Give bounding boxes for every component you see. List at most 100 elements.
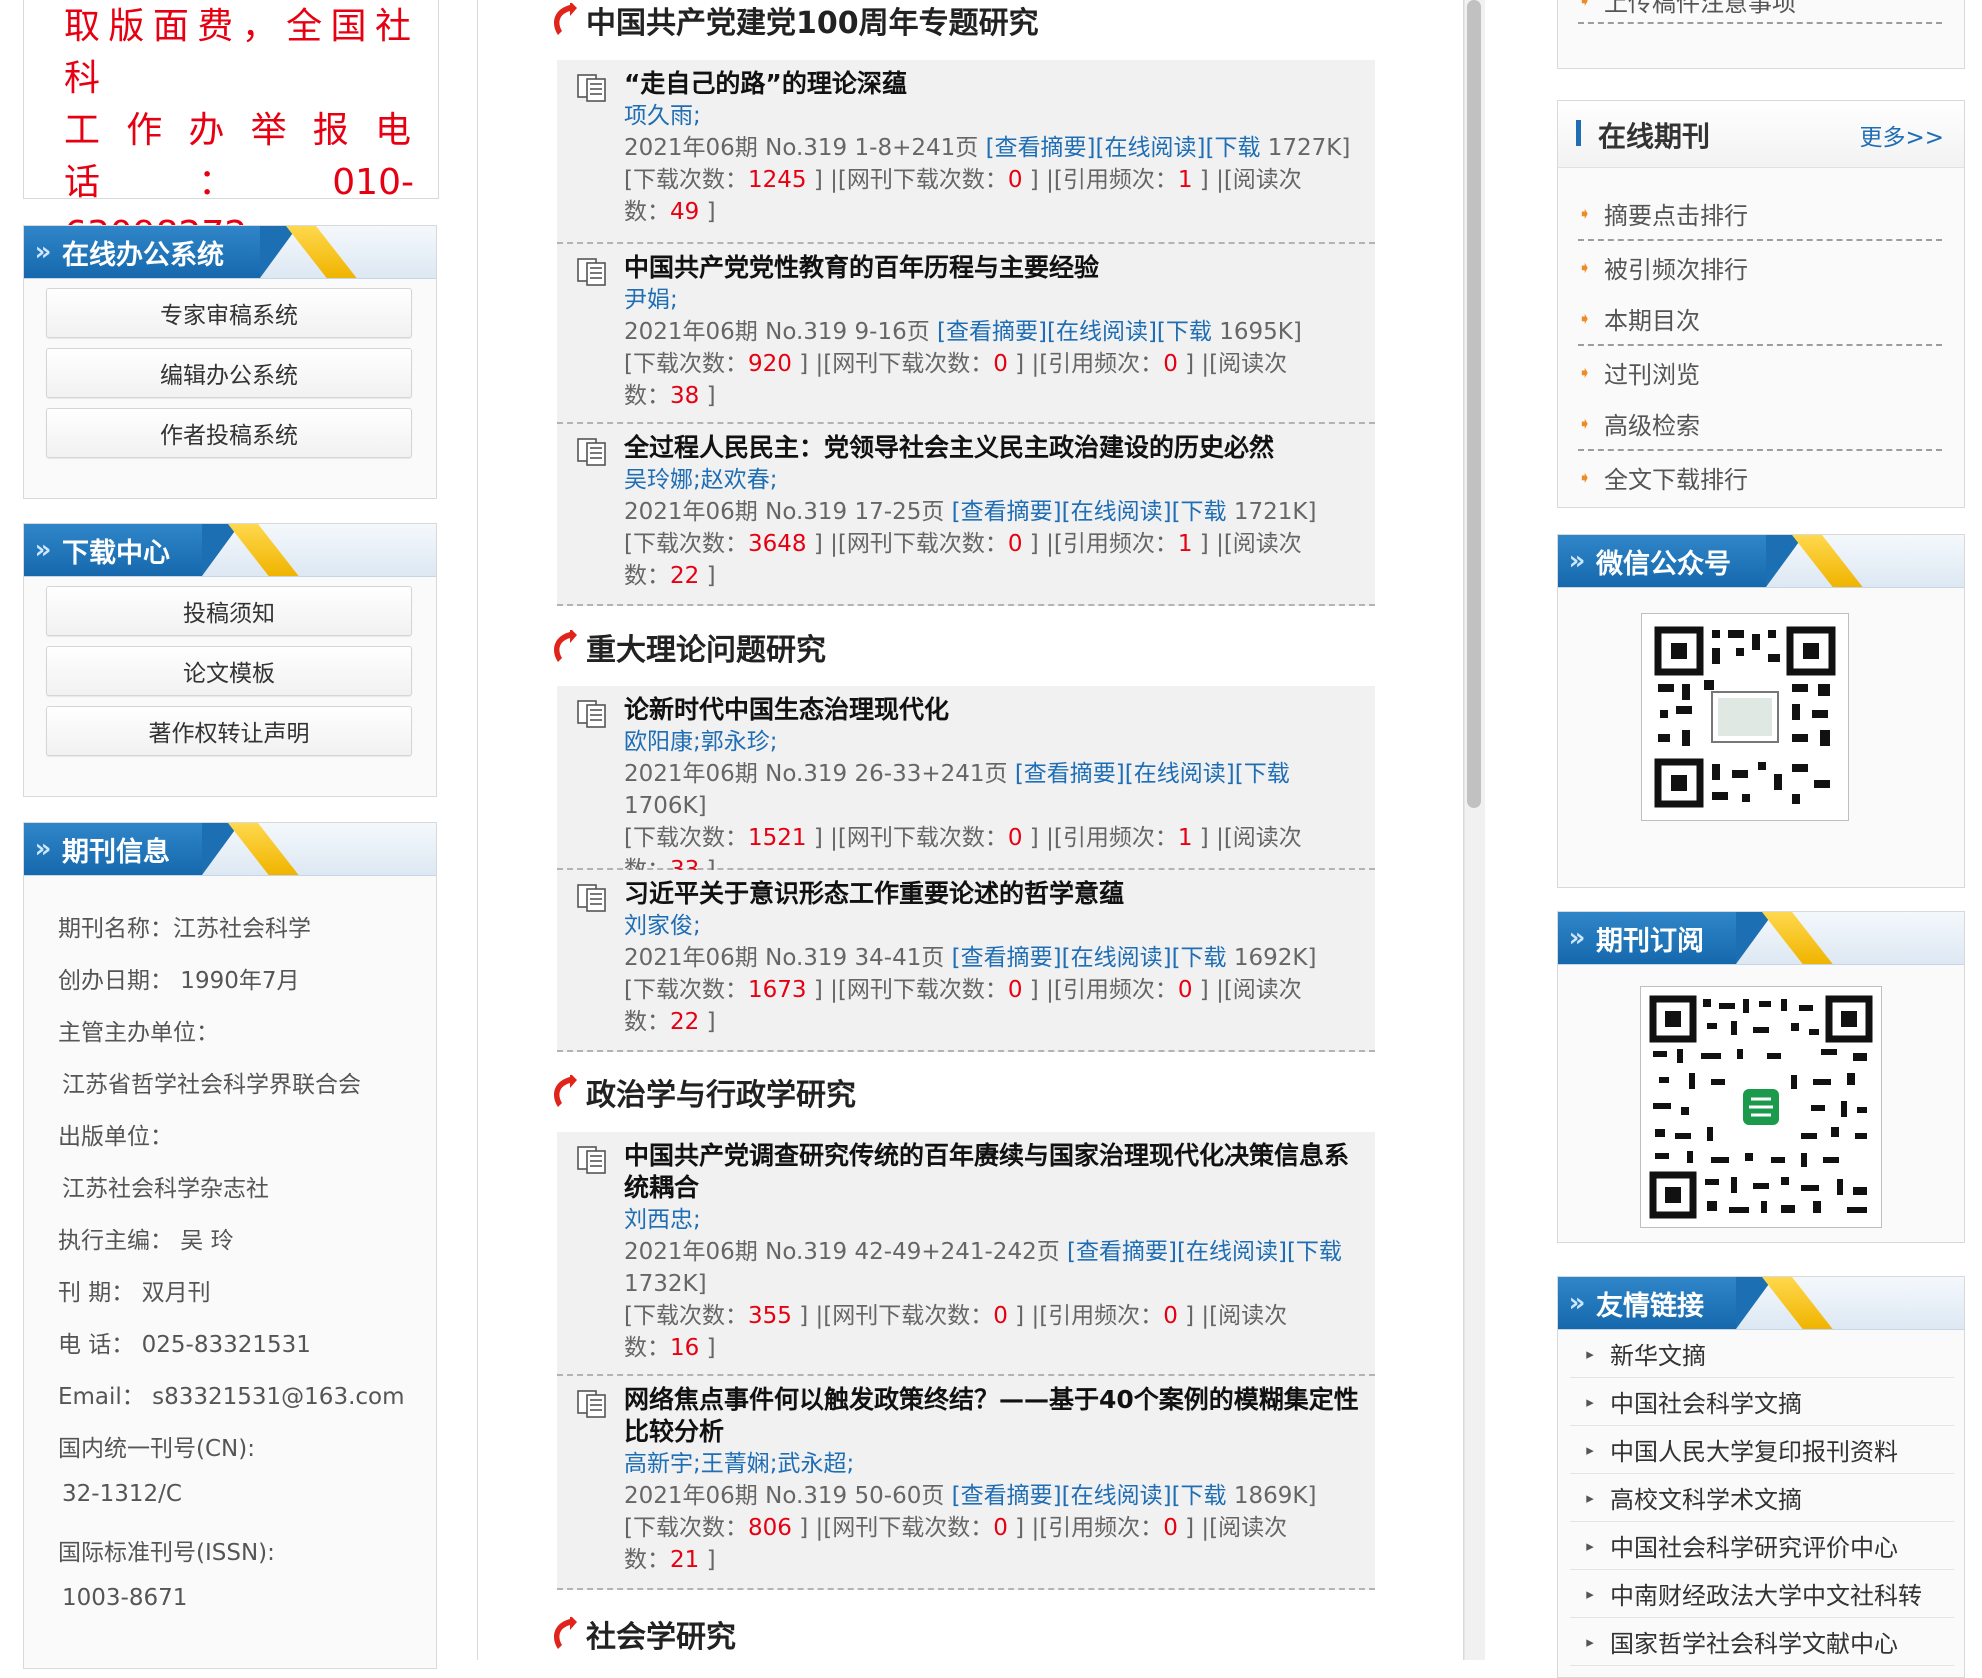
- read-count: 38: [670, 383, 700, 409]
- notice-line: 工 作 办 举 报 电: [64, 110, 414, 151]
- article-title[interactable]: 论新时代中国生态治理现代化: [624, 694, 1361, 726]
- triangle-bullet-icon: ▸: [1586, 1584, 1594, 1603]
- journal-link-label: 全文下载排行: [1604, 465, 1748, 494]
- info-issn: 1003-8671: [62, 1585, 188, 1611]
- read-online-link[interactable]: [在线阅读]: [1177, 1239, 1287, 1265]
- download-link[interactable]: [下载: [1172, 1483, 1234, 1509]
- panel-tab: » 期刊订阅: [1558, 912, 1774, 964]
- article-authors[interactable]: 刘家俊;: [624, 910, 1361, 942]
- orange-arrow-icon: ➧: [1578, 362, 1592, 382]
- friendly-link-item[interactable]: ▸ 中国社会科学研究评价中心: [1570, 1522, 1954, 1570]
- download-count: 1245: [747, 167, 807, 193]
- stat-label: [下载次数：: [624, 1303, 748, 1329]
- article-issue: 2021年06期 No.319 34-41页: [624, 945, 952, 971]
- view-abstract-link[interactable]: [查看摘要]: [952, 499, 1062, 525]
- friendly-link-item[interactable]: ▸ 中南财经政法大学中文社科转: [1570, 1570, 1954, 1618]
- copyright-transfer-button[interactable]: 著作权转让声明: [46, 706, 412, 756]
- download-count: 1521: [747, 825, 807, 851]
- article-title[interactable]: “走自己的路”的理论深蕴: [624, 68, 1361, 100]
- subscribe-panel: » 期刊订阅: [1557, 911, 1965, 1243]
- download-link[interactable]: [下载: [1172, 499, 1234, 525]
- info-sponsor: 江苏省哲学社会科学界联合会: [62, 1072, 361, 1098]
- expert-review-button[interactable]: 专家审稿系统: [46, 288, 412, 338]
- journal-link-item[interactable]: ➧ 高级检索: [1578, 397, 1942, 451]
- red-curved-arrow-icon: [548, 3, 578, 37]
- article-title[interactable]: 习近平关于意识形态工作重要论述的哲学意蕴: [624, 878, 1361, 910]
- journal-link-item[interactable]: ➧ 过刊浏览: [1578, 346, 1942, 398]
- section-title: 社会学研究: [548, 1614, 736, 1655]
- download-link[interactable]: [下载: [1172, 945, 1234, 971]
- office-title: 在线办公系统: [62, 239, 224, 271]
- read-count: 16: [670, 1335, 700, 1361]
- panel-header: » 下载中心: [24, 524, 436, 577]
- submission-guide-button[interactable]: 投稿须知: [46, 586, 412, 636]
- journal-link-label: 高级检索: [1604, 411, 1700, 440]
- download-link[interactable]: [下载: [1235, 761, 1290, 787]
- info-cn: 32-1312/C: [62, 1481, 182, 1507]
- journal-link-item[interactable]: ➧ 全文下载排行: [1578, 451, 1942, 503]
- stat-label: [下载次数：: [624, 167, 748, 193]
- download-link[interactable]: [下载: [1205, 135, 1267, 161]
- read-online-link[interactable]: [在线阅读]: [1096, 135, 1206, 161]
- friendly-link-item[interactable]: ▸ 中国社会科学文摘: [1570, 1378, 1954, 1426]
- download-count: 1673: [747, 977, 807, 1003]
- read-online-link[interactable]: [在线阅读]: [1047, 319, 1157, 345]
- double-chevron-icon: »: [1568, 1288, 1586, 1318]
- article-authors[interactable]: 尹娟;: [624, 284, 1361, 316]
- stat-label: ]: [699, 199, 716, 225]
- section-title-text: 政治学与行政学研究: [586, 1078, 856, 1113]
- editor-office-button[interactable]: 编辑办公系统: [46, 348, 412, 398]
- read-online-link[interactable]: [在线阅读]: [1062, 1483, 1172, 1509]
- stat-label: [下载次数：: [624, 351, 748, 377]
- friendly-link-item[interactable]: ▸ 高校文科学术文摘: [1570, 1474, 1954, 1522]
- article-title[interactable]: 网络焦点事件何以触发政策终结？——基于40个案例的模糊集定性比较分析: [624, 1384, 1361, 1448]
- article-authors[interactable]: 欧阳康;郭永珍;: [624, 726, 1361, 758]
- read-online-link[interactable]: [在线阅读]: [1125, 761, 1235, 787]
- section-title: 重大理论问题研究: [548, 627, 826, 668]
- online-journal-title: 在线期刊: [1598, 120, 1711, 153]
- friendly-link-item[interactable]: ▸ 国家哲学社会科学文献中心: [1570, 1618, 1954, 1666]
- view-abstract-link[interactable]: [查看摘要]: [1015, 761, 1125, 787]
- view-abstract-link[interactable]: [查看摘要]: [952, 945, 1062, 971]
- journal-link-item[interactable]: ➧ 摘要点击排行: [1578, 187, 1942, 241]
- download-link[interactable]: [下载: [1157, 319, 1219, 345]
- article-title[interactable]: 中国共产党调查研究传统的百年赓续与国家治理现代化决策信息系统耦合: [624, 1140, 1361, 1204]
- citation-count: 0: [1163, 1515, 1178, 1541]
- document-icon: [577, 700, 607, 728]
- orange-arrow-icon: ➧: [1578, 413, 1592, 433]
- article-authors[interactable]: 项久雨;: [624, 100, 1361, 132]
- article-authors[interactable]: 刘西忠;: [624, 1204, 1361, 1236]
- citation-count: 0: [1163, 351, 1178, 377]
- scrollbar-thumb[interactable]: [1467, 0, 1481, 808]
- friendly-link-label: 中国社会科学文摘: [1610, 1390, 1802, 1418]
- article-size: 1727K]: [1267, 135, 1351, 161]
- info-editor: 执行主编： 吴 玲: [58, 1228, 234, 1254]
- article-title[interactable]: 全过程人民民主：党领导社会主义民主政治建设的历史必然: [624, 432, 1361, 464]
- view-abstract-link[interactable]: [查看摘要]: [952, 1483, 1062, 1509]
- stat-label: ] |[阅读次: [1192, 167, 1302, 193]
- article-authors[interactable]: 吴玲娜;赵欢春;: [624, 464, 1361, 496]
- journal-link-item[interactable]: ➧ 本期目次: [1578, 292, 1942, 346]
- article-title[interactable]: 中国共产党党性教育的百年历程与主要经验: [624, 252, 1361, 284]
- citation-count: 1: [1177, 531, 1193, 557]
- read-online-link[interactable]: [在线阅读]: [1062, 945, 1172, 971]
- download-link[interactable]: [下载: [1287, 1239, 1342, 1265]
- net-download-count: 0: [993, 1303, 1008, 1329]
- read-online-link[interactable]: [在线阅读]: [1062, 499, 1172, 525]
- article-item: 中国共产党党性教育的百年历程与主要经验 尹娟; 2021年06期 No.319 …: [557, 244, 1375, 424]
- triangle-bullet-icon: ▸: [1586, 1488, 1594, 1507]
- view-abstract-link[interactable]: [查看摘要]: [986, 135, 1096, 161]
- view-abstract-link[interactable]: [查看摘要]: [1067, 1239, 1177, 1265]
- friendly-link-item[interactable]: ▸ 新华文摘: [1570, 1330, 1954, 1378]
- more-link[interactable]: 更多>>: [1859, 118, 1944, 152]
- article-authors[interactable]: 高新宇;王菁娴;武永超;: [624, 1448, 1361, 1480]
- wechat-title: 微信公众号: [1596, 548, 1731, 580]
- friendly-link-item[interactable]: ▸ 中国人民大学复印报刊资料: [1570, 1426, 1954, 1474]
- journal-link-item[interactable]: ➧ 被引频次排行: [1578, 241, 1942, 293]
- article-meta: 2021年06期 No.319 34-41页 [查看摘要][在线阅读][下载 1…: [624, 942, 1361, 974]
- paper-template-button[interactable]: 论文模板: [46, 646, 412, 696]
- friendly-links-title: 友情链接: [1596, 1290, 1704, 1322]
- author-submit-button[interactable]: 作者投稿系统: [46, 408, 412, 458]
- view-abstract-link[interactable]: [查看摘要]: [937, 319, 1047, 345]
- article-size: 1692K]: [1233, 945, 1317, 971]
